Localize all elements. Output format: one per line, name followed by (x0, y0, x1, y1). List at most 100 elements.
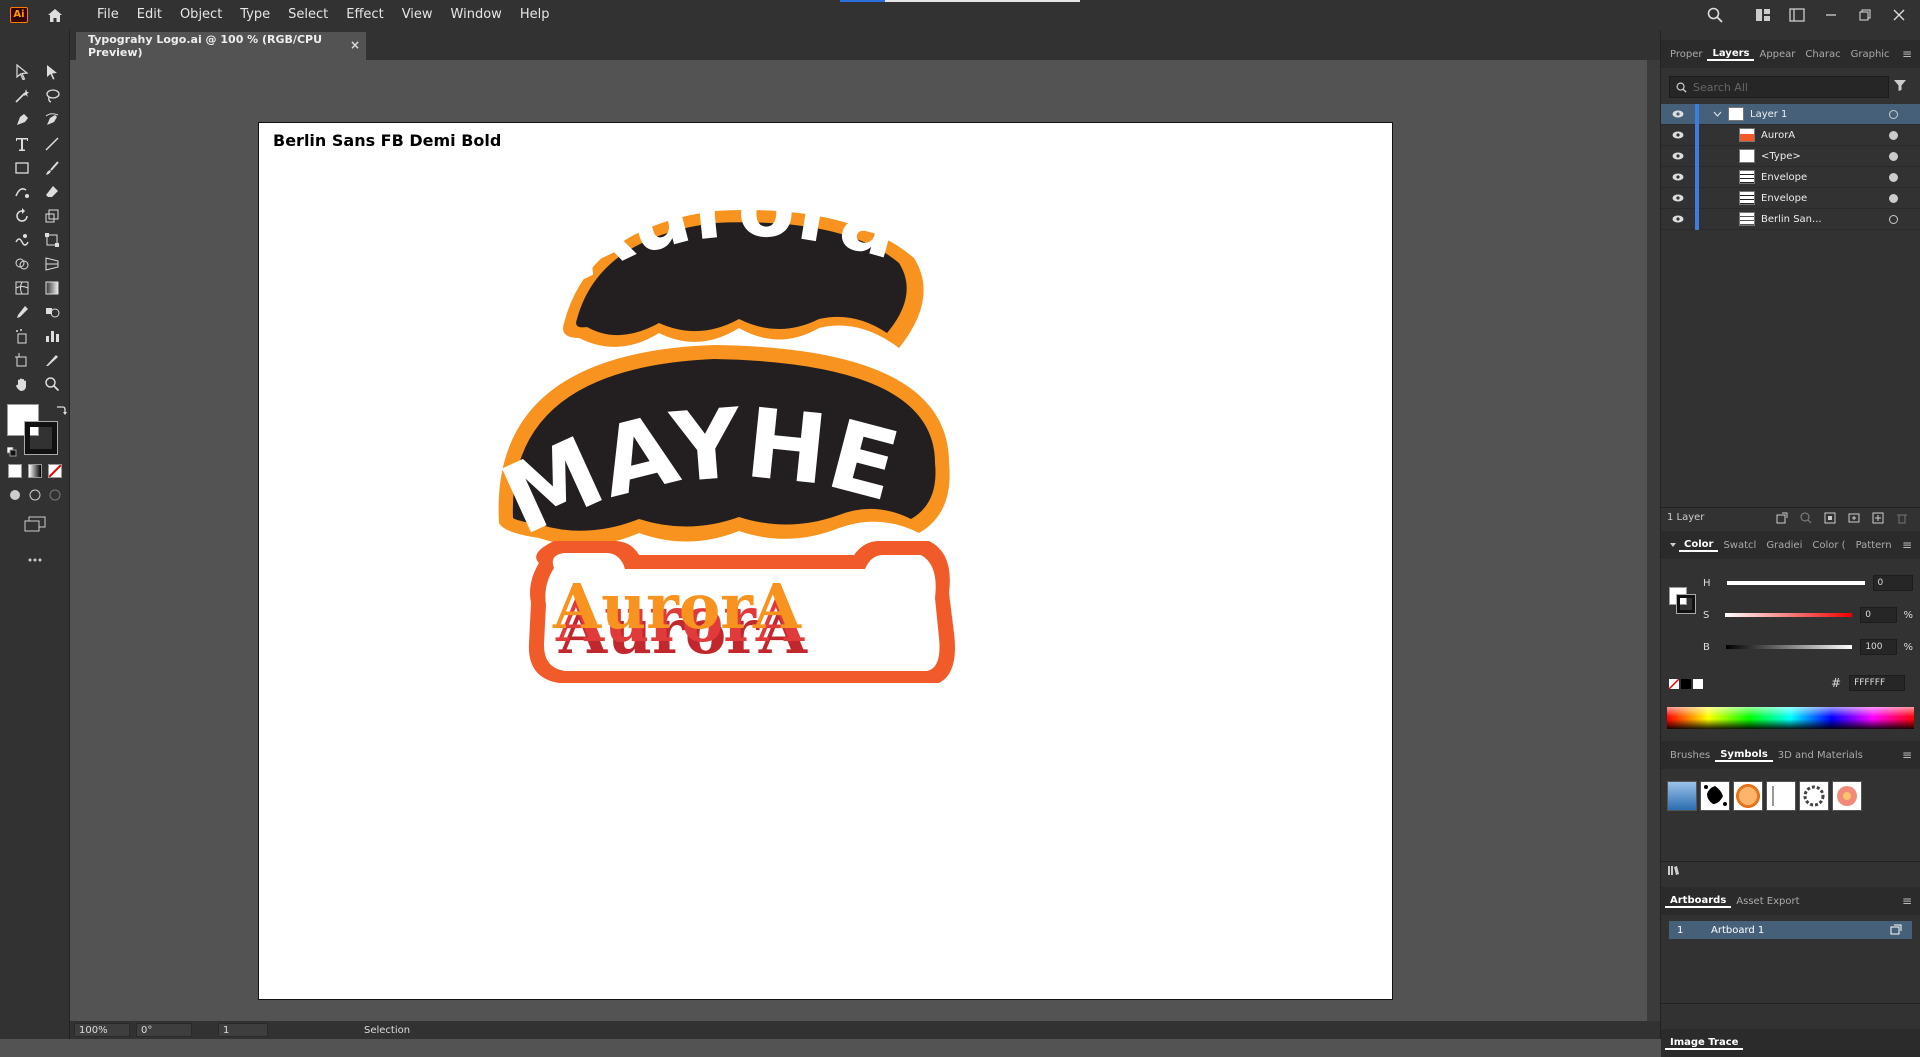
delete-icon[interactable] (1896, 512, 1908, 524)
eyedropper-tool-icon[interactable] (9, 300, 35, 324)
home-icon[interactable] (44, 4, 66, 26)
lasso-tool-icon[interactable] (39, 84, 65, 108)
panel-menu-icon[interactable]: ≡ (1902, 47, 1912, 61)
hex-input[interactable]: FFFFFF (1849, 675, 1906, 691)
tab-swatches[interactable]: Swatcl (1718, 540, 1761, 551)
tab-layers[interactable]: Layers (1707, 48, 1755, 61)
layer-row[interactable]: Envelope (1661, 166, 1920, 188)
symbol-blue-banner[interactable] (1667, 781, 1697, 811)
tab-color[interactable]: Color (1679, 539, 1719, 552)
workspace-icon[interactable] (1786, 4, 1808, 26)
layer-target-icon[interactable] (1889, 215, 1898, 224)
rotate-tool-icon[interactable] (9, 204, 35, 228)
menu-help[interactable]: Help (511, 0, 559, 30)
layer-name[interactable]: Envelope (1761, 172, 1807, 183)
magic-wand-tool-icon[interactable] (9, 84, 35, 108)
zoom-tool-icon[interactable] (39, 372, 65, 396)
gradient-tool-icon[interactable] (39, 276, 65, 300)
close-window-icon[interactable] (1888, 4, 1910, 26)
stroke-swatch[interactable] (24, 421, 58, 455)
aurora-arc-logo[interactable]: Aurora (545, 157, 924, 348)
tab-color-guide[interactable]: Color ( (1807, 540, 1850, 551)
perspective-grid-tool-icon[interactable] (39, 252, 65, 276)
white-swatch[interactable] (1693, 679, 1703, 689)
symbol-wreath[interactable] (1799, 781, 1829, 811)
vertical-scrollbar[interactable] (1647, 60, 1660, 1021)
hue-value[interactable]: 0 (1872, 575, 1913, 591)
symbol-orange-button[interactable] (1733, 781, 1763, 811)
visibility-eye-icon[interactable] (1667, 215, 1689, 223)
swap-fill-stroke-icon[interactable] (55, 404, 67, 419)
brightness-slider[interactable] (1725, 645, 1853, 649)
layer-name[interactable]: AurorA (1761, 130, 1795, 141)
logo-artwork[interactable]: Aurora MAYHEM AurorA AurorA AurorA (259, 123, 1394, 1001)
layer-row[interactable]: Berlin San... (1661, 208, 1920, 230)
none-mode-icon[interactable] (48, 464, 62, 478)
new-sublayer-icon[interactable] (1848, 512, 1860, 524)
artboard-list-item[interactable]: 1 Artboard 1 (1669, 921, 1912, 939)
visibility-eye-icon[interactable] (1667, 152, 1689, 160)
export-icon[interactable] (1776, 512, 1788, 524)
tab-graphic-styles[interactable]: Graphic (1846, 49, 1895, 60)
blend-tool-icon[interactable] (39, 300, 65, 324)
slice-tool-icon[interactable] (39, 348, 65, 372)
layer-name[interactable]: Envelope (1761, 193, 1807, 204)
menu-object[interactable]: Object (171, 0, 231, 30)
default-fill-stroke-icon[interactable] (6, 446, 17, 460)
layer-row[interactable]: Layer 1 (1661, 103, 1920, 125)
free-transform-tool-icon[interactable] (39, 228, 65, 252)
mesh-tool-icon[interactable] (9, 276, 35, 300)
tab-brushes[interactable]: Brushes (1665, 750, 1715, 761)
layer-name[interactable]: Layer 1 (1750, 109, 1787, 120)
saturation-value[interactable]: 0 (1860, 607, 1898, 623)
draw-inside-icon[interactable] (48, 488, 62, 502)
panel-collapse-icon[interactable] (1669, 538, 1677, 552)
pen-tool-icon[interactable] (9, 108, 35, 132)
menu-select[interactable]: Select (279, 0, 337, 30)
visibility-eye-icon[interactable] (1667, 173, 1689, 181)
arrange-documents-icon[interactable] (1752, 4, 1774, 26)
line-segment-tool-icon[interactable] (39, 132, 65, 156)
document-tab[interactable]: Typograhy Logo.ai @ 100 % (RGB/CPU Previ… (76, 32, 366, 60)
layer-row[interactable]: Envelope (1661, 187, 1920, 209)
locate-object-icon[interactable] (1800, 512, 1812, 524)
rotation-field[interactable]: 0° (136, 1023, 192, 1037)
none-swatch[interactable] (1669, 679, 1679, 689)
canvas[interactable]: Berlin Sans FB Demi Bold Aurora MAYHEM (70, 60, 1647, 1021)
hue-slider[interactable] (1726, 581, 1865, 585)
symbol-sprayer-tool-icon[interactable] (9, 324, 35, 348)
draw-behind-icon[interactable] (28, 488, 42, 502)
visibility-eye-icon[interactable] (1667, 194, 1689, 202)
more-tools-icon[interactable] (22, 548, 48, 572)
symbol-grunge[interactable] (1766, 781, 1796, 811)
brightness-value[interactable]: 100 (1860, 639, 1898, 655)
layer-target-icon[interactable] (1889, 152, 1898, 161)
layer-name[interactable]: <Type> (1761, 151, 1801, 162)
layer-target-icon[interactable] (1889, 173, 1898, 182)
layer-name[interactable]: Berlin San... (1761, 214, 1822, 225)
curvature-tool-icon[interactable] (39, 108, 65, 132)
rectangle-tool-icon[interactable] (9, 156, 35, 180)
artboard-tool-icon[interactable] (9, 348, 35, 372)
symbol-flower[interactable] (1832, 781, 1862, 811)
clipping-mask-icon[interactable] (1824, 512, 1836, 524)
direct-selection-tool-icon[interactable] (39, 60, 65, 84)
artboard-options-icon[interactable] (1890, 924, 1902, 938)
tab-image-trace[interactable]: Image Trace (1665, 1037, 1744, 1050)
tab-asset-export[interactable]: Asset Export (1731, 896, 1804, 907)
visibility-eye-icon[interactable] (1667, 110, 1689, 118)
draw-normal-icon[interactable] (8, 488, 22, 502)
color-mode-icon[interactable] (8, 464, 22, 478)
shaper-tool-icon[interactable] (9, 180, 35, 204)
minimize-icon[interactable] (1820, 4, 1842, 26)
hand-tool-icon[interactable] (9, 372, 35, 396)
expand-chevron-icon[interactable] (1713, 109, 1722, 120)
layer-target-icon[interactable] (1889, 194, 1898, 203)
gradient-mode-icon[interactable] (28, 464, 42, 478)
tab-appearance[interactable]: Appear (1754, 49, 1800, 60)
selection-tool-icon[interactable] (9, 60, 35, 84)
panel-menu-icon[interactable]: ≡ (1902, 894, 1912, 908)
artboard[interactable]: Berlin Sans FB Demi Bold Aurora MAYHEM (258, 122, 1393, 1000)
layer-target-icon[interactable] (1889, 131, 1898, 140)
symbol-libraries-icon[interactable] (1667, 864, 1681, 879)
